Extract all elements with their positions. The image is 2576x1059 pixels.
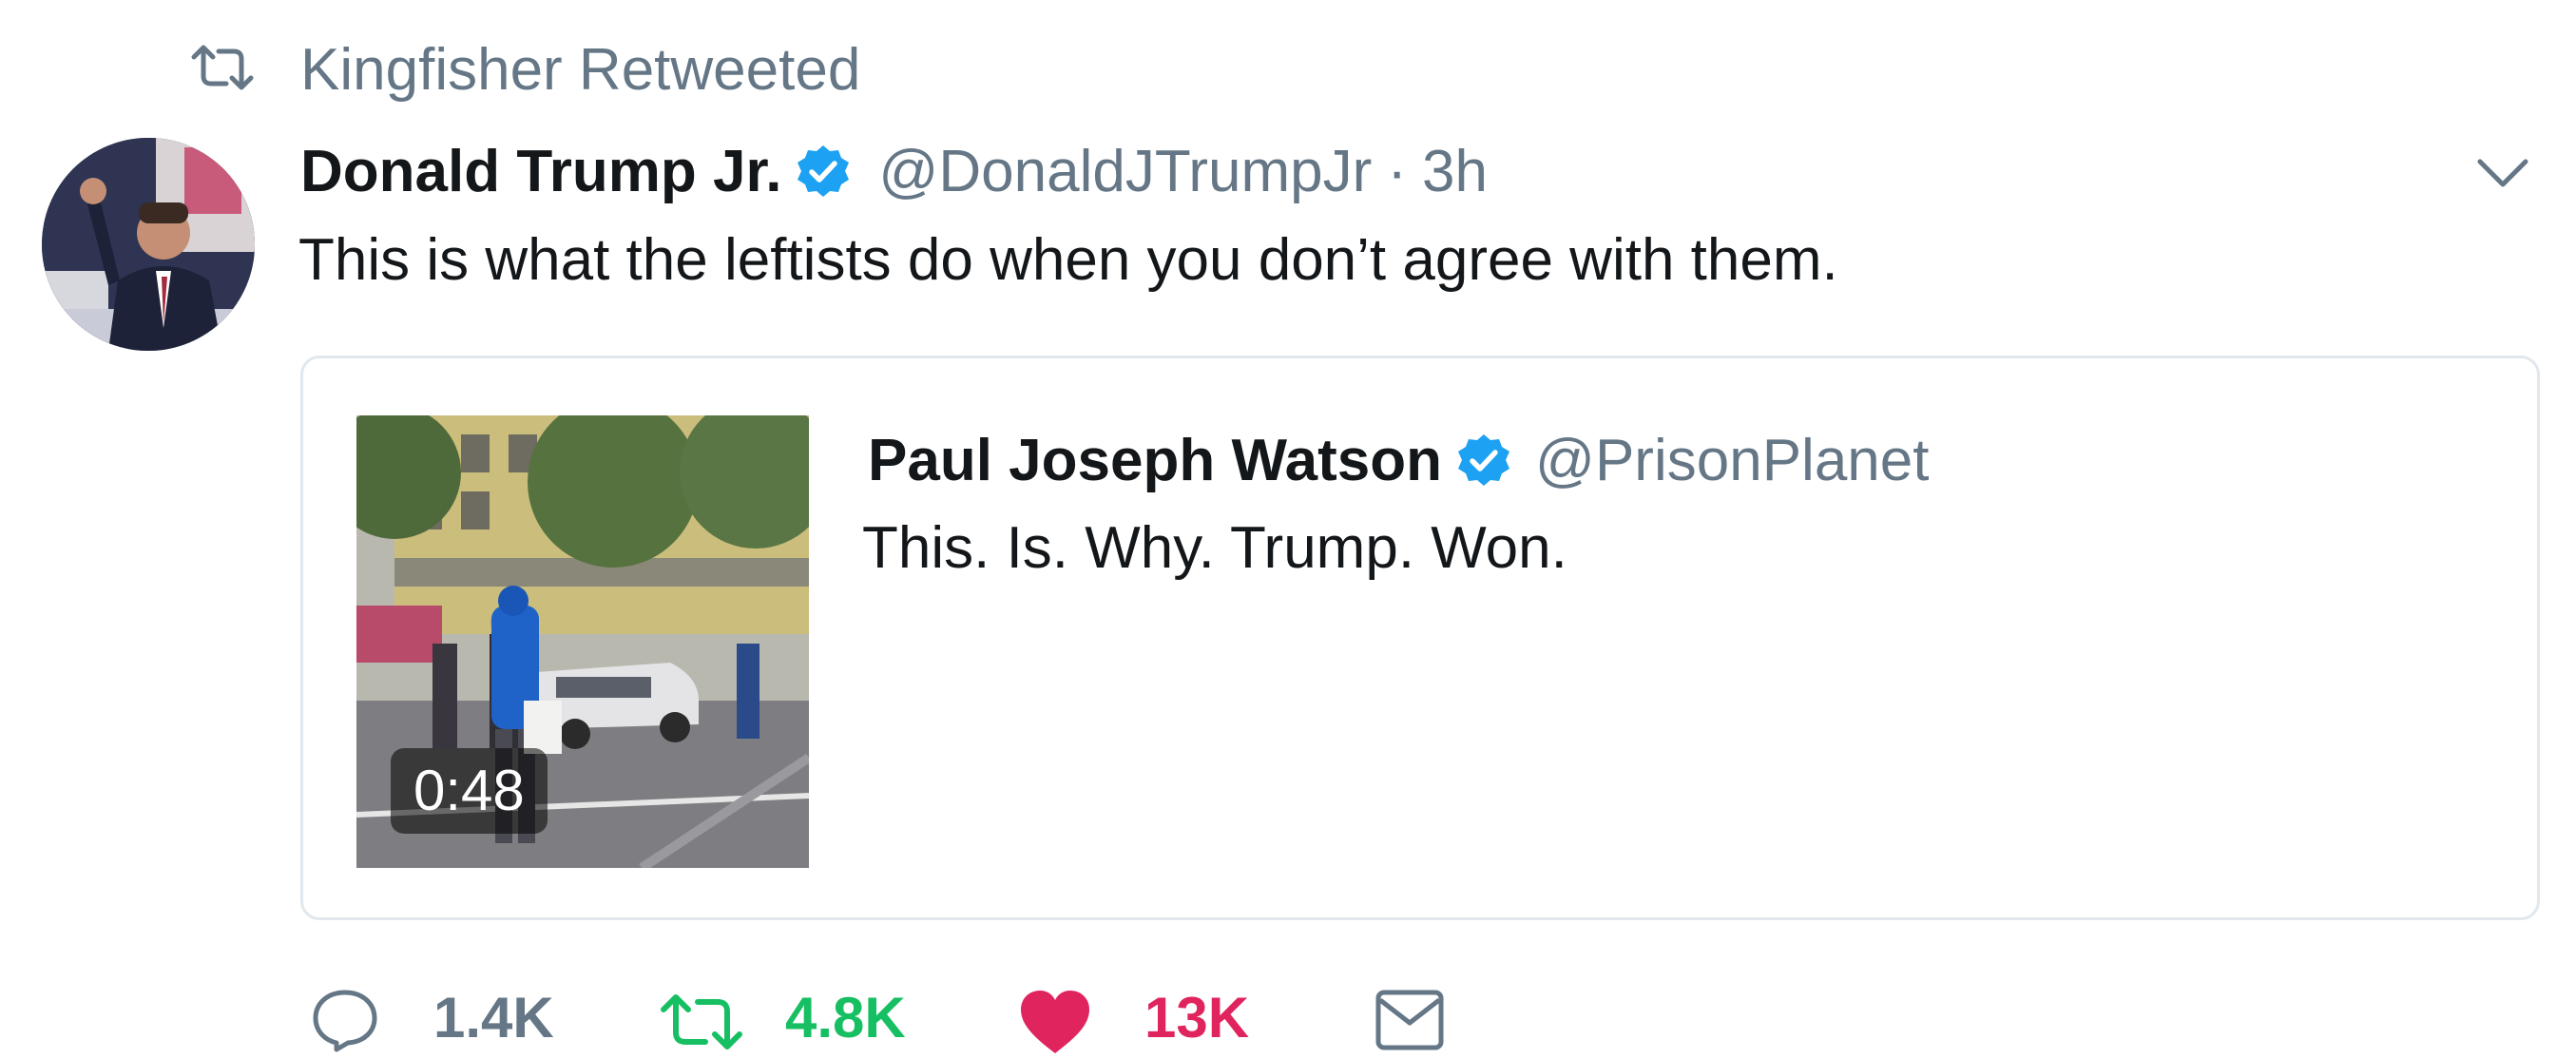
tweet-text: This is what the leftists do when you do… [298, 227, 1838, 293]
quoted-tweet-text: This. Is. Why. Trump. Won. [862, 515, 1567, 581]
heart-icon[interactable] [1019, 989, 1091, 1055]
separator-dot: · [1387, 138, 1407, 204]
reply-count[interactable]: 1.4K [433, 985, 554, 1051]
author-name[interactable]: Donald Trump Jr. [300, 138, 781, 205]
reply-icon[interactable] [310, 987, 380, 1053]
quoted-tweet-header: Paul Joseph Watson @PrisonPlanet [868, 419, 1930, 501]
retweet-count[interactable]: 4.8K [785, 985, 906, 1051]
tweet-timestamp[interactable]: 3h [1422, 138, 1488, 205]
envelope-icon[interactable] [1375, 989, 1445, 1051]
quoted-author-handle[interactable]: @PrisonPlanet [1535, 427, 1929, 494]
chevron-down-icon[interactable] [2474, 154, 2531, 192]
retweet-context-label[interactable]: Kingfisher Retweeted [300, 34, 860, 106]
retweet-context-icon [191, 45, 254, 90]
avatar[interactable] [42, 138, 255, 351]
video-duration-badge: 0:48 [391, 748, 548, 834]
retweet-icon[interactable] [660, 992, 743, 1051]
like-count[interactable]: 13K [1144, 985, 1249, 1051]
tweet-header: Donald Trump Jr. @DonaldJTrumpJr · 3h [300, 133, 1488, 209]
verified-badge-icon [1458, 434, 1510, 486]
quoted-tweet-card[interactable]: 0:48 Paul Joseph Watson @PrisonPlanet Th… [300, 356, 2540, 920]
avatar-image [42, 138, 255, 351]
verified-badge-icon [798, 145, 850, 197]
video-thumbnail[interactable]: 0:48 [356, 415, 809, 868]
quoted-author-name[interactable]: Paul Joseph Watson [868, 427, 1442, 494]
author-handle[interactable]: @DonaldJTrumpJr [878, 138, 1372, 205]
